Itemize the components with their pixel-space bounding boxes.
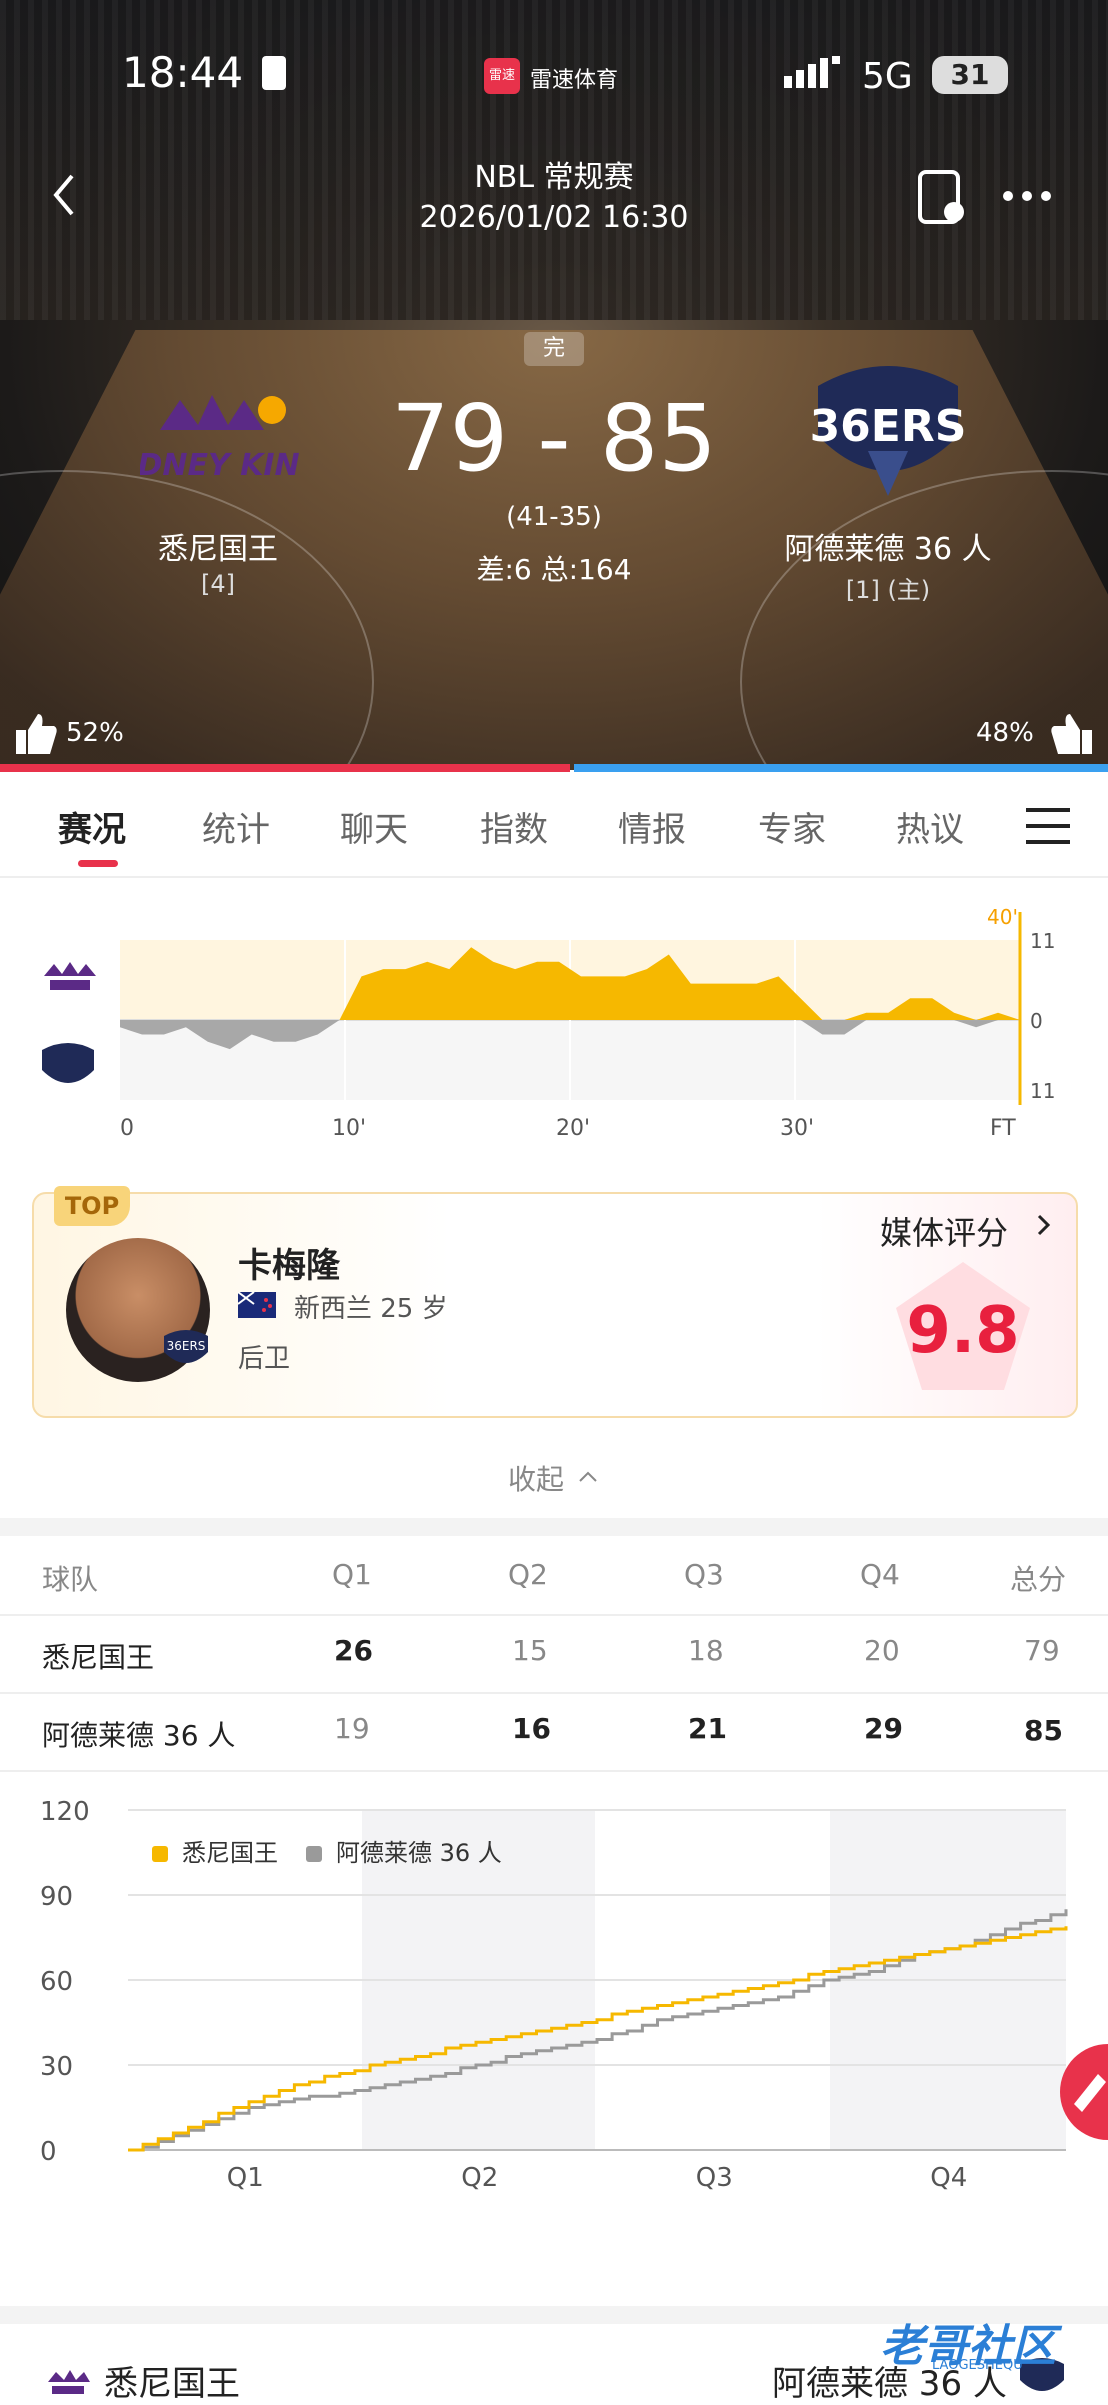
th-q4: Q4 <box>860 1558 900 1591</box>
chevron-right-icon[interactable] <box>1036 1210 1052 1244</box>
tab-experts[interactable]: 专家 <box>758 802 826 851</box>
row2-q1: 19 <box>334 1712 370 1745</box>
row1-q3: 18 <box>688 1634 724 1667</box>
player-name: 卡梅隆 <box>238 1246 340 1286</box>
row2-total: 85 <box>1024 1714 1063 1747</box>
battery-icon: 31 <box>932 56 1008 94</box>
media-rating-link[interactable]: 媒体评分 <box>880 1208 1008 1254</box>
menu-icon[interactable] <box>1026 806 1070 850</box>
more-icon[interactable] <box>1002 188 1052 207</box>
player-nation-age: 新西兰 25 岁 <box>294 1294 448 1324</box>
watermark-sub: LAOGESHEQU <box>932 2358 1023 2373</box>
y-tick-label: 60 <box>40 1967 73 1997</box>
thumbs-up-icon[interactable] <box>14 712 58 760</box>
th-q3: Q3 <box>684 1558 724 1591</box>
svg-text:11: 11 <box>1030 1079 1055 1103</box>
tab-hot[interactable]: 热议 <box>896 802 964 851</box>
x-tick-label: Q1 <box>227 2163 264 2193</box>
score-progression-chart: 120 90 60 30 0 Q1 Q2 Q3 Q4 悉尼国王 阿德莱德 36 人 <box>40 1797 1068 2193</box>
legend-away: 阿德莱德 36 人 <box>336 1839 502 1867</box>
home-team-name[interactable]: 悉尼国王 <box>118 524 318 568</box>
svg-text:36ERS: 36ERS <box>810 401 967 452</box>
row2-q4: 29 <box>864 1712 903 1745</box>
row-divider <box>0 1770 1108 1772</box>
player-team-badge: 36ERS <box>162 1328 210 1372</box>
row2-q3: 21 <box>688 1712 727 1745</box>
x-tick-label: Q4 <box>930 2163 967 2193</box>
row-divider <box>0 1692 1108 1694</box>
x-tick-label: Q3 <box>696 2163 733 2193</box>
home-vote-bar <box>0 764 570 772</box>
clock: 18:44 <box>122 48 244 97</box>
th-team: 球队 <box>42 1563 99 1596</box>
svg-text:11: 11 <box>1030 929 1055 953</box>
network-type: 5G <box>862 56 913 97</box>
home-team-rank: [4] <box>201 570 235 598</box>
row1-q2: 15 <box>512 1634 548 1667</box>
svg-text:0: 0 <box>1030 1009 1043 1033</box>
tab-intel[interactable]: 情报 <box>618 802 686 851</box>
momentum-x-ft: FT <box>990 1116 1016 1141</box>
y-tick-label: 30 <box>40 2052 73 2082</box>
home-bottom-logo <box>44 2368 92 2396</box>
rating-value: 9.8 <box>906 1294 1020 1368</box>
th-total: 总分 <box>1010 1563 1067 1596</box>
y-tick-label: 120 <box>40 1797 90 1827</box>
row1-q4: 20 <box>864 1634 900 1667</box>
signal-icon <box>784 56 842 94</box>
nz-flag-icon <box>237 1291 276 1318</box>
floating-action-button[interactable] <box>1060 2044 1108 2140</box>
section-divider <box>0 1518 1108 1536</box>
legend-swatch-home <box>152 1846 168 1862</box>
momentum-x-20: 20' <box>556 1116 591 1141</box>
x-tick-label: Q2 <box>461 2163 498 2193</box>
tab-odds[interactable]: 指数 <box>480 802 548 851</box>
chevron-up-icon[interactable] <box>578 1468 598 1487</box>
row2-team: 阿德莱德 36 人 <box>42 1719 236 1752</box>
id-card-icon <box>262 56 286 90</box>
away-vote-percent: 48% <box>976 718 1034 748</box>
top-tag: TOP <box>54 1186 130 1226</box>
row1-total: 79 <box>1024 1634 1060 1667</box>
match-status-badge: 完 <box>524 332 584 366</box>
away-team-rank: [1] (主) <box>845 576 931 604</box>
row-divider <box>0 1614 1108 1616</box>
tab-stats[interactable]: 统计 <box>202 802 270 851</box>
legend-swatch-away <box>306 1846 322 1862</box>
app-name: 雷速体育 <box>530 68 619 93</box>
svg-text:40': 40' <box>987 905 1018 929</box>
momentum-x-30: 30' <box>780 1116 815 1141</box>
y-tick-label: 0 <box>40 2137 57 2167</box>
divider <box>0 876 1108 878</box>
app-logo-icon: 雷速 <box>484 58 520 94</box>
away-vote-bar <box>574 764 1108 772</box>
away-team-name[interactable]: 阿德莱德 36 人 <box>758 524 1018 568</box>
momentum-x-10: 10' <box>332 1116 367 1141</box>
bottom-home-name[interactable]: 悉尼国王 <box>104 2356 240 2405</box>
collapse-button[interactable]: 收起 <box>508 1458 564 1498</box>
thumbs-up-away-icon[interactable] <box>1050 712 1094 760</box>
player-position: 后卫 <box>238 1344 291 1374</box>
tab-active-indicator <box>78 860 118 867</box>
tab-chat[interactable]: 聊天 <box>340 802 408 851</box>
rotate-screen-icon[interactable] <box>916 168 972 228</box>
adelaide-36ers-logo[interactable]: 36ERS <box>808 356 968 506</box>
momentum-chart: 40' 11 0 11 <box>120 905 1055 1105</box>
momentum-x-0: 0 <box>120 1116 134 1141</box>
home-vote-percent: 52% <box>66 718 124 748</box>
logo-text: SYDNEY KINGS <box>140 448 300 483</box>
row1-team: 悉尼国王 <box>42 1641 155 1674</box>
y-tick-label: 90 <box>40 1882 73 1912</box>
tab-live[interactable]: 赛况 <box>58 802 126 851</box>
svg-text:36ERS: 36ERS <box>167 1339 206 1353</box>
row2-q2: 16 <box>512 1712 551 1745</box>
sydney-kings-logo[interactable]: SYDNEY KINGS <box>94 390 346 490</box>
legend-home: 悉尼国王 <box>182 1839 278 1867</box>
row1-q1: 26 <box>334 1634 373 1667</box>
th-q2: Q2 <box>508 1558 548 1591</box>
th-q1: Q1 <box>332 1558 372 1591</box>
